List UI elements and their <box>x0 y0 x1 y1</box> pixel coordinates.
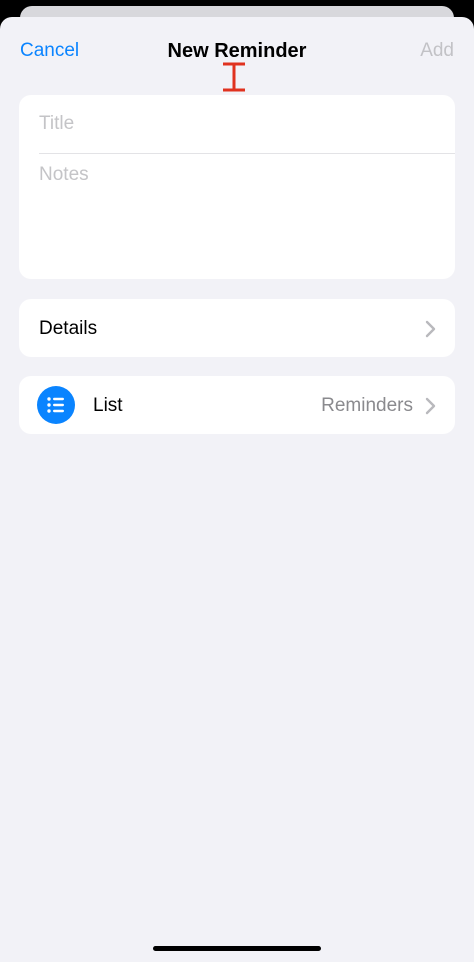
home-indicator[interactable] <box>153 946 321 951</box>
text-entry-card: Title Notes <box>19 95 455 279</box>
new-reminder-sheet: Cancel New Reminder Add Title Notes Deta… <box>0 17 474 962</box>
details-label: Details <box>39 318 98 339</box>
page-title: New Reminder <box>167 40 307 62</box>
list-bullet-icon <box>37 386 75 424</box>
chevron-right-icon <box>425 397 436 415</box>
field-divider <box>39 153 455 154</box>
text-cursor-icon <box>223 62 245 92</box>
list-label: List <box>93 395 123 416</box>
title-field[interactable]: Title <box>39 113 455 135</box>
list-row[interactable]: List Reminders <box>19 376 455 434</box>
details-row[interactable]: Details <box>19 299 455 357</box>
chevron-right-icon <box>425 320 436 338</box>
list-value: Reminders <box>321 395 413 416</box>
add-button[interactable]: Add <box>420 40 454 62</box>
notes-field[interactable]: Notes <box>39 164 455 186</box>
